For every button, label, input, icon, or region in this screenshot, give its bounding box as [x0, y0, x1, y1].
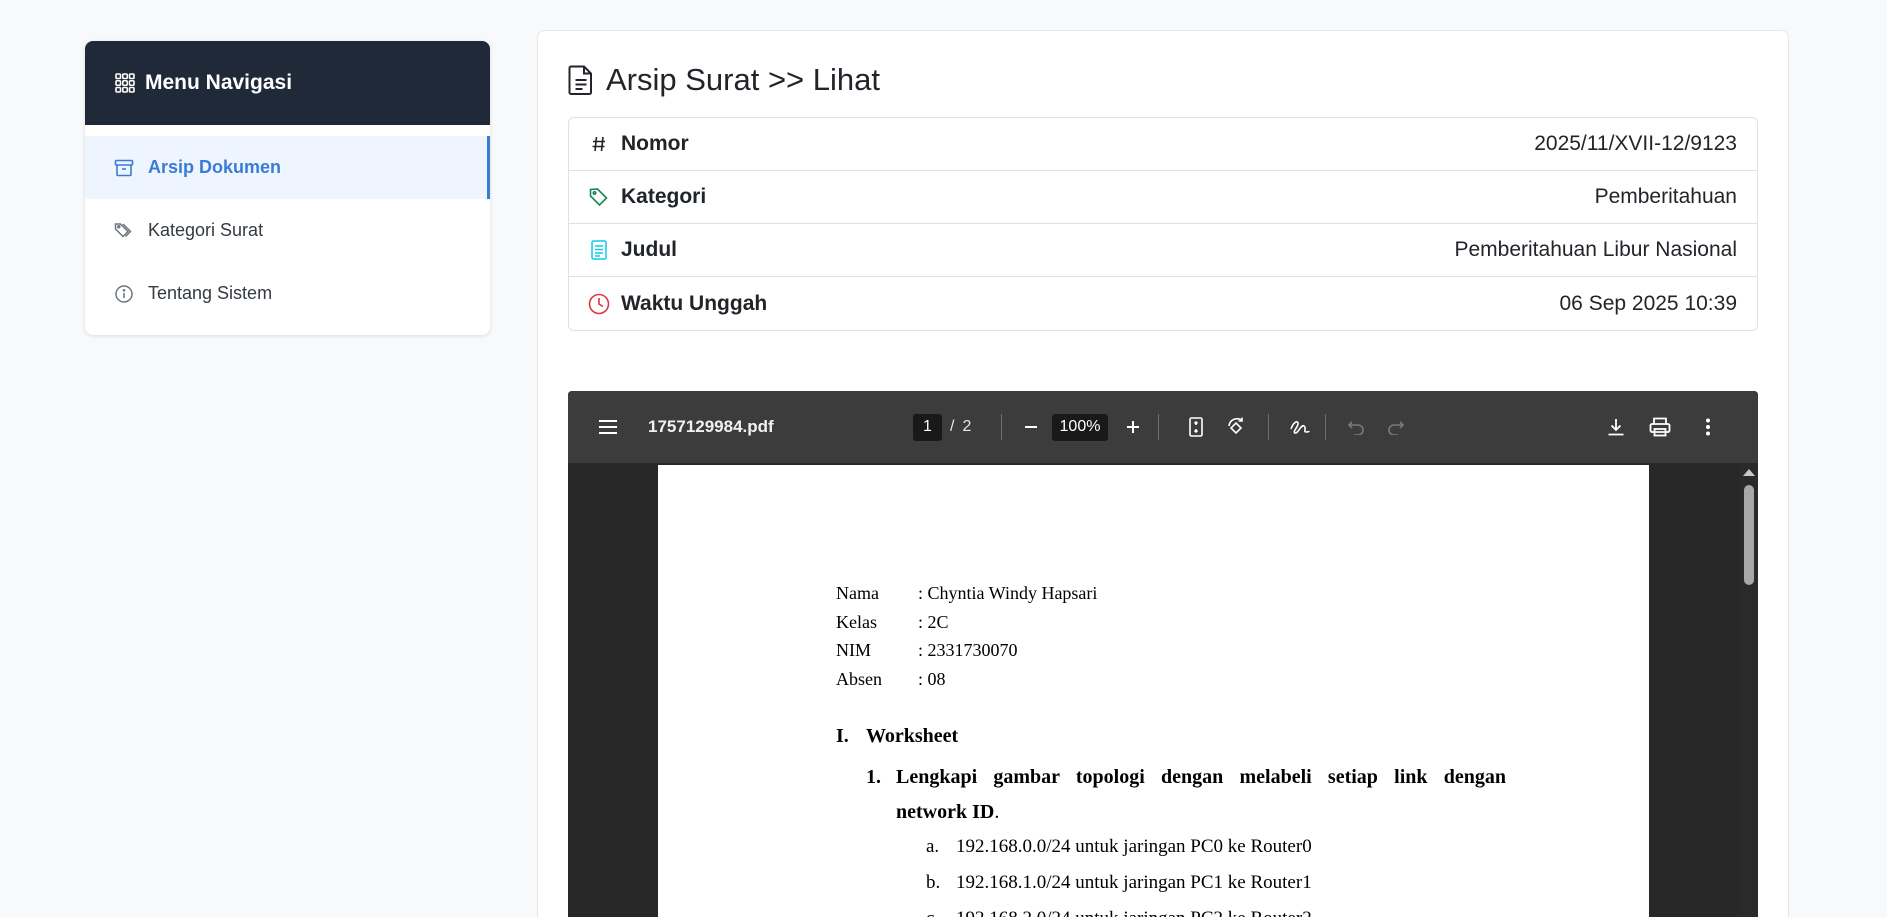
detail-label: Judul — [621, 238, 677, 261]
sidebar-item-label: Arsip Dokumen — [148, 157, 282, 177]
list-item: c.192.168.2.0/24 untuk jaringan PC2 ke R… — [926, 901, 1312, 917]
pdf-scrollbar[interactable] — [1739, 463, 1758, 917]
file-text-icon — [568, 65, 592, 95]
tags-icon — [114, 222, 132, 238]
detail-value: Pemberitahuan — [1594, 185, 1737, 208]
more-options-icon[interactable] — [1696, 415, 1720, 439]
detail-row-kategori: Kategori Pemberitahuan — [569, 171, 1757, 224]
detail-label: Waktu Unggah — [621, 291, 768, 315]
sidebar-nav: Arsip Dokumen Kategori Surat Tentang Sis… — [85, 125, 490, 325]
detail-label: Kategori — [621, 185, 707, 208]
annotate-icon[interactable] — [1288, 415, 1312, 439]
detail-row-nomor: Nomor 2025/11/XVII-12/9123 — [569, 118, 1757, 171]
sidebar-title: Menu Navigasi — [145, 71, 293, 94]
file-text-icon — [587, 240, 611, 260]
sidebar-item-tentang-sistem[interactable]: Tentang Sistem — [85, 262, 490, 325]
detail-value: 06 Sep 2025 10:39 — [1559, 291, 1738, 315]
sidebar-item-label: Tentang Sistem — [148, 283, 273, 303]
tag-icon — [587, 187, 611, 207]
page-title: Arsip Surat >> Lihat — [568, 62, 880, 98]
info-circle-icon — [115, 284, 133, 303]
page-number-input[interactable] — [913, 413, 942, 441]
sub-list: a. 192.168.0.0/24 untuk jaringan PC0 ke R… — [926, 829, 1312, 917]
toolbar-divider — [1158, 414, 1159, 440]
zoom-in-icon[interactable] — [1121, 415, 1145, 439]
question-text: Lengkapi gambar topologi dengan melabeli… — [896, 766, 1506, 788]
fit-page-icon[interactable] — [1184, 415, 1208, 439]
identity-row: Absen: 08 — [836, 669, 946, 689]
detail-value: 2025/11/XVII-12/9123 — [1534, 132, 1737, 155]
scrollbar-thumb[interactable] — [1744, 485, 1754, 585]
question-text-2: network ID — [896, 801, 995, 823]
scroll-up-icon[interactable] — [1743, 469, 1755, 476]
page-title-text: Arsip Surat >> Lihat — [606, 62, 880, 97]
sidebar-header: Menu Navigasi — [85, 41, 490, 125]
archive-icon — [114, 159, 134, 176]
detail-row-waktu-unggah: Waktu Unggah 06 Sep 2025 10:39 — [569, 277, 1757, 330]
identity-row: Nama: Chyntia Windy Hapsari — [836, 583, 1098, 603]
pdf-toolbar: 1757129984.pdf / 2 — [568, 391, 1758, 463]
zoom-input[interactable] — [1052, 413, 1108, 441]
page-separator: / — [950, 418, 955, 435]
section-heading: I. Worksheet — [836, 725, 959, 747]
toolbar-divider — [1001, 414, 1002, 440]
hash-icon — [587, 136, 611, 152]
zoom-field[interactable] — [1052, 413, 1108, 441]
sidebar-item-kategori-surat[interactable]: Kategori Surat — [85, 199, 490, 262]
sidebar-menu: Menu Navigasi Arsip Dokumen Kategori Sur… — [85, 41, 490, 335]
sidebar-item-arsip-dokumen[interactable]: Arsip Dokumen — [85, 136, 490, 199]
toolbar-divider — [1268, 414, 1269, 440]
undo-icon[interactable] — [1344, 415, 1368, 439]
main-card: Arsip Surat >> Lihat Nomor 2025/11/XVII-… — [537, 30, 1789, 917]
identity-row: NIM: 2331730070 — [836, 640, 1018, 660]
list-item: a. 192.168.0.0/24 untuk jaringan PC0 ke R… — [926, 836, 1312, 857]
pdf-viewer: 1757129984.pdf / 2 — [568, 391, 1758, 917]
download-icon[interactable] — [1604, 415, 1628, 439]
list-item: b. 192.168.1.0/24 untuk jaringan PC1 ke R… — [926, 872, 1312, 893]
toolbar-divider — [1325, 414, 1326, 440]
detail-value: Pemberitahuan Libur Nasional — [1454, 238, 1737, 261]
page-indicator: / 2 — [913, 413, 972, 441]
identity-row: Kelas: 2C — [836, 612, 949, 632]
print-icon[interactable] — [1648, 415, 1672, 439]
sidebar-item-label: Kategori Surat — [148, 220, 264, 240]
total-pages: 2 — [962, 418, 972, 435]
zoom-out-icon[interactable] — [1019, 415, 1043, 439]
detail-label: Nomor — [621, 132, 689, 155]
redo-icon[interactable] — [1384, 415, 1408, 439]
pdf-page: Nama: Chyntia Windy Hapsari Kelas: 2C NI… — [658, 465, 1649, 917]
rotate-icon[interactable] — [1224, 415, 1248, 439]
clock-icon — [587, 293, 611, 315]
detail-table: Nomor 2025/11/XVII-12/9123 Kategori Pemb… — [568, 117, 1758, 331]
pdf-filename: 1757129984.pdf — [648, 417, 774, 436]
question-item: 1. Lengkapi gambar topologi dengan melab… — [866, 760, 1506, 830]
grid-icon — [115, 73, 135, 93]
menu-icon[interactable] — [596, 415, 620, 439]
detail-row-judul: Judul Pemberitahuan Libur Nasional — [569, 224, 1757, 277]
